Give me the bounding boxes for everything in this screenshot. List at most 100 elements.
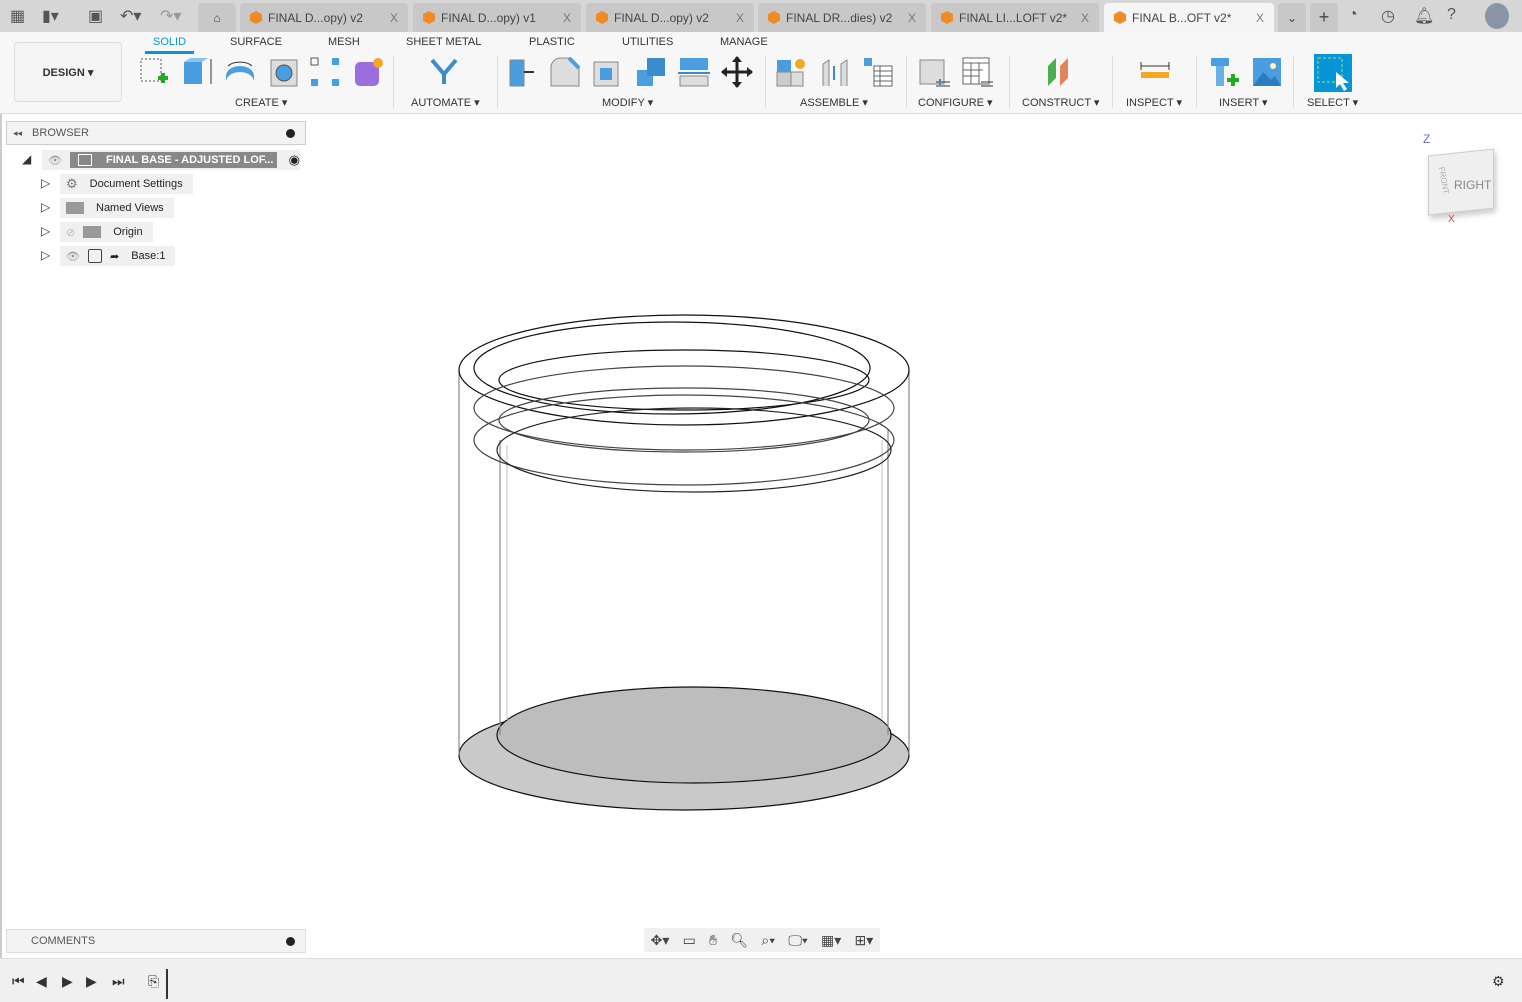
document-tab[interactable]: FINAL D...opy) v2 X	[240, 3, 408, 32]
grid-menu-icon[interactable]: ▦	[10, 6, 25, 26]
document-tab[interactable]: FINAL D...opy) v1 X	[413, 3, 581, 32]
select-menu[interactable]: SELECT ▾	[1307, 96, 1358, 109]
move-icon[interactable]	[721, 56, 753, 88]
document-tab[interactable]: FINAL D...opy) v2 X	[586, 3, 754, 32]
zoom-icon[interactable]: 🔍︎	[730, 932, 748, 949]
close-tab-icon[interactable]: X	[908, 11, 916, 25]
close-tab-icon[interactable]: X	[390, 11, 398, 25]
press-pull-icon[interactable]	[506, 56, 538, 88]
view-cube[interactable]: Z RIGHT FRONT X	[1418, 130, 1508, 230]
comments-panel[interactable]: COMMENTS	[6, 929, 306, 953]
expand-triangle-icon[interactable]: ▷	[41, 176, 50, 190]
assemble-menu[interactable]: ASSEMBLE ▾	[800, 96, 868, 109]
joint-icon[interactable]	[819, 56, 851, 88]
extrude-icon[interactable]	[182, 56, 214, 88]
tab-mesh[interactable]: MESH	[328, 36, 360, 48]
collapse-panel-icon[interactable]: ◂◂	[13, 128, 22, 139]
timeline-settings-gear-icon[interactable]: ⚙	[1492, 973, 1505, 990]
timeline-feature-icon[interactable]: ⎘	[148, 973, 159, 990]
display-settings-icon[interactable]: 🖵▾	[788, 932, 807, 949]
fit-zoom-window-icon[interactable]: ⌕▾	[761, 932, 775, 949]
automate-menu[interactable]: AUTOMATE ▾	[411, 96, 480, 109]
collapse-triangle-icon[interactable]: ◢	[22, 152, 31, 166]
browser-item-origin[interactable]: ⊘ Origin	[60, 222, 153, 242]
add-comment-icon[interactable]	[286, 936, 295, 946]
create-form-icon[interactable]	[352, 56, 384, 88]
visibility-eye-icon[interactable]: 👁︎	[48, 154, 62, 167]
pattern-icon[interactable]	[309, 56, 341, 88]
split-body-icon[interactable]	[678, 56, 710, 88]
bill-of-materials-icon[interactable]	[862, 56, 894, 88]
tab-utilities[interactable]: UTILITIES	[622, 36, 673, 48]
combine-icon[interactable]	[635, 56, 667, 88]
clock-icon[interactable]: ◷	[1381, 6, 1395, 26]
file-icon[interactable]: ▮▾	[42, 6, 59, 26]
automate-icon[interactable]	[428, 56, 460, 88]
construct-plane-icon[interactable]	[1044, 56, 1076, 88]
tab-overflow-button[interactable]: ⌄	[1278, 3, 1306, 32]
inspect-menu[interactable]: INSPECT ▾	[1126, 96, 1182, 109]
expand-triangle-icon[interactable]: ▷	[41, 248, 50, 262]
go-to-end-icon[interactable]: ⏭	[112, 973, 125, 990]
fillet-icon[interactable]	[549, 56, 581, 88]
avatar[interactable]	[1485, 3, 1509, 29]
expand-triangle-icon[interactable]: ▷	[41, 200, 50, 214]
browser-item-named-views[interactable]: Named Views	[60, 198, 174, 218]
close-tab-icon[interactable]: X	[736, 11, 744, 25]
revolve-icon[interactable]	[224, 56, 256, 88]
document-tab[interactable]: FINAL DR...dies) v2 X	[758, 3, 926, 32]
shell-icon[interactable]	[592, 56, 624, 88]
browser-item-document-settings[interactable]: ⚙ Document Settings	[60, 174, 193, 194]
workspace-switcher[interactable]: DESIGN ▾	[14, 42, 122, 102]
minimize-icon[interactable]	[286, 128, 295, 138]
tab-plastic[interactable]: PLASTIC	[529, 36, 575, 48]
configuration-table-icon[interactable]	[961, 56, 993, 88]
close-tab-icon[interactable]: X	[563, 11, 571, 25]
tab-manage[interactable]: MANAGE	[720, 36, 768, 48]
tab-surface[interactable]: SURFACE	[230, 36, 282, 48]
activate-radio-icon[interactable]: ◉	[289, 152, 300, 168]
grid-settings-icon[interactable]: ▦▾	[821, 932, 841, 949]
go-to-start-icon[interactable]: ⏮	[12, 973, 25, 990]
browser-panel-header[interactable]: ◂◂ BROWSER	[6, 121, 306, 145]
view-cube-right-label[interactable]: RIGHT	[1454, 178, 1491, 192]
configure-icon[interactable]	[918, 56, 950, 88]
modify-menu[interactable]: MODIFY ▾	[602, 96, 653, 109]
expand-triangle-icon[interactable]: ▷	[41, 224, 50, 238]
look-at-icon[interactable]: ▭	[683, 932, 696, 949]
create-sketch-icon[interactable]	[138, 56, 170, 88]
notification-bell-icon[interactable]: 🔔︎	[1414, 6, 1434, 26]
step-forward-icon[interactable]: ▶	[86, 973, 97, 990]
insert-mcmaster-icon[interactable]	[1209, 56, 1241, 88]
3d-model-cylinder[interactable]	[440, 300, 930, 830]
hole-icon[interactable]	[268, 56, 300, 88]
timeline-marker[interactable]	[166, 969, 168, 999]
visibility-eye-icon[interactable]: 👁︎	[66, 250, 80, 263]
insert-canvas-icon[interactable]	[1251, 56, 1283, 88]
play-icon[interactable]: ▶	[62, 973, 73, 990]
create-menu[interactable]: CREATE ▾	[235, 96, 287, 109]
orbit-icon[interactable]: ✥▾	[651, 932, 670, 949]
viewports-icon[interactable]: ⊞▾	[855, 932, 874, 949]
browser-item-base[interactable]: 👁︎ ➦ Base:1	[60, 246, 176, 266]
new-component-icon[interactable]	[775, 56, 807, 88]
measure-icon[interactable]	[1139, 56, 1171, 88]
select-icon[interactable]	[1314, 54, 1352, 92]
close-tab-icon[interactable]: X	[1081, 11, 1089, 25]
document-tab[interactable]: FINAL LI...LOFT v2* X	[931, 3, 1099, 32]
new-tab-button[interactable]: +	[1310, 3, 1338, 32]
sync-icon[interactable]: ◔	[1348, 6, 1358, 24]
close-tab-icon[interactable]: X	[1256, 11, 1264, 25]
hidden-eye-icon[interactable]: ⊘	[66, 226, 75, 239]
save-icon[interactable]: ▣	[88, 6, 103, 26]
document-tab-active[interactable]: FINAL B...OFT v2* X	[1104, 3, 1274, 32]
help-icon[interactable]: ?	[1447, 6, 1456, 24]
insert-menu[interactable]: INSERT ▾	[1219, 96, 1268, 109]
construct-menu[interactable]: CONSTRUCT ▾	[1022, 96, 1099, 109]
tab-solid[interactable]: SOLID	[144, 36, 195, 54]
pan-hand-icon[interactable]: ✋︎	[709, 932, 717, 949]
redo-icon[interactable]: ↷▾	[160, 6, 181, 26]
configure-menu[interactable]: CONFIGURE ▾	[918, 96, 993, 109]
tab-sheet-metal[interactable]: SHEET METAL	[406, 36, 481, 48]
undo-icon[interactable]: ↶▾	[120, 6, 141, 26]
